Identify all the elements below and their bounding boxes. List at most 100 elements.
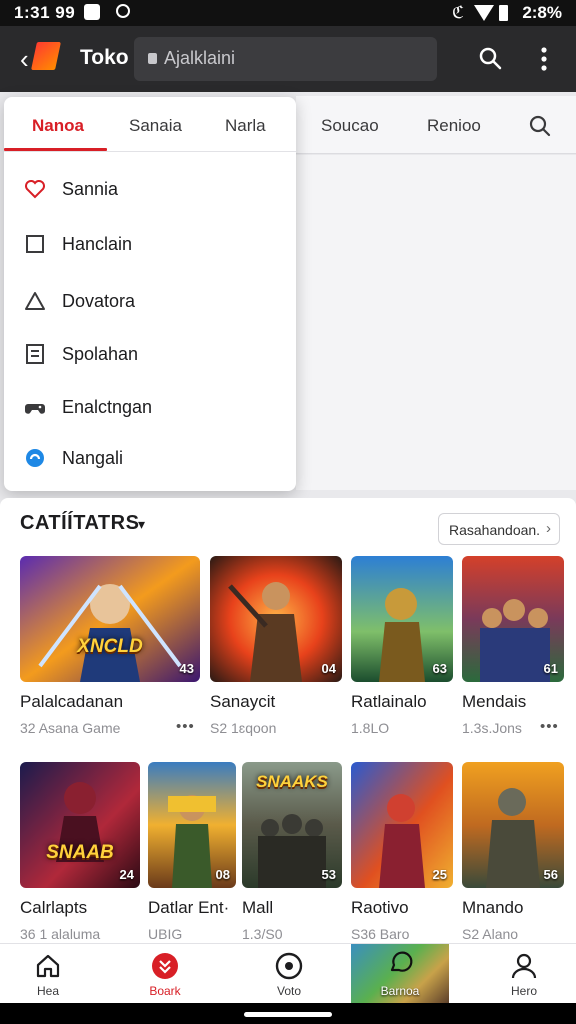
menu-item-hanclain[interactable]: Hanclain [4,219,296,271]
gamepad-icon [25,404,45,414]
game-subtitle: 1.3/S0 [242,926,283,942]
menu-item-enalctngan[interactable]: Enalctngan [4,382,296,434]
search-icon[interactable] [528,114,552,138]
caret-down-icon[interactable]: ▾ [138,516,145,533]
menu-item-sannia[interactable]: Sannia [4,164,296,216]
game-name: Palalcadanan [20,692,124,711]
menu-item-label: Enalctngan [62,397,153,417]
game-thumbnail[interactable]: SNAAKS 53 [242,762,342,888]
menu-item-label: Spolahan [62,344,139,364]
battery-icon [499,5,508,21]
game-subtitle: 32 Asana Game [20,720,121,736]
bottom-nav: Hea Boark Voto Barnoa Hero [0,943,576,1004]
game-thumbnail[interactable]: 63 [351,556,453,682]
menu-item-label: Sannia [62,179,119,199]
recommend-label: Rasahandoan. [449,522,541,538]
menu-item-label: Dovatora [62,291,136,311]
game-subtitle: S2 1ɛqoon [210,720,277,736]
game-art-title: SNAAB [46,842,114,863]
heart-icon [25,180,45,199]
menu-item-label: Nangali [62,448,124,468]
game-thumbnail[interactable]: XNCLD 43 [20,556,200,682]
battery-percent: 2:8% [522,3,562,22]
game-art-title: SNAAKS [256,772,328,791]
status-bar: 1:31 99 ℭ 2:8% [0,0,576,26]
game-art [20,556,200,682]
home-indicator[interactable] [244,1012,332,1017]
search-query: Ajalklaini [164,48,236,68]
menu-tab-nanoa[interactable]: Nanoa [32,116,84,136]
game-badge: 61 [543,661,558,676]
menu-item-dovatora[interactable]: Dovatora [4,276,296,328]
music-icon [116,4,130,18]
game-thumbnail[interactable]: 08 [148,762,236,888]
background-tab-bar: Soucao Renioo [296,96,576,154]
game-name: Raotivo [351,898,409,917]
nav-label: Voto [276,984,302,998]
game-thumbnail[interactable]: 61 [462,556,564,682]
tab-soucao[interactable]: Soucao [321,116,379,136]
menu-tab-sanaia[interactable]: Sanaia [129,116,182,136]
nav-voto[interactable]: Voto [249,944,329,1004]
game-subtitle: 36 1 alaluma [20,926,101,942]
nav-home[interactable]: Hea [8,944,88,1004]
game-badge: 56 [543,867,558,882]
bookmark-icon [152,953,178,979]
nav-label: Boark [149,984,181,998]
game-thumbnail[interactable]: 04 [210,556,342,682]
game-thumbnail[interactable]: 25 [351,762,453,888]
game-badge: 08 [215,867,230,882]
triangle-icon [25,292,45,310]
search-icon[interactable] [478,46,502,70]
back-arrow-icon[interactable]: ‹ [20,46,29,72]
circle-icon [275,952,303,980]
game-subtitle: 1.3s.Jons [462,720,522,736]
app-title: Toko [80,46,129,69]
game-thumbnail[interactable]: 56 [462,762,564,888]
document-icon [26,344,44,364]
background-panel [296,155,576,490]
game-subtitle: S2 Alano [462,926,519,942]
search-input[interactable]: Ajalklaini [134,37,437,81]
profile-icon [511,953,537,979]
game-name: Mnando [462,898,524,917]
more-horiz-icon[interactable]: ••• [176,718,195,735]
clock: 1:31 99 [14,3,76,22]
dropdown-menu: Nanoa Sanaia Narla Sannia Hanclain Dovat… [4,97,296,491]
nav-barnoa[interactable]: Barnoa [351,944,449,1004]
game-badge: 04 [321,661,336,676]
more-vert-icon[interactable] [534,46,554,72]
home-icon [36,954,60,978]
chat-icon [390,951,413,972]
app-logo [31,42,61,70]
nav-bookmark[interactable]: Boark [125,944,205,1004]
game-badge: 43 [179,661,194,676]
nav-profile[interactable]: Hero [484,944,564,1004]
divider [4,151,296,152]
game-badge: 24 [119,867,134,882]
game-art-title: XNCLD [77,636,143,657]
game-thumbnail[interactable]: SNAAB 24 [20,762,140,888]
notification-icon [84,4,100,20]
menu-item-nangali[interactable]: Nangali [4,433,296,485]
menu-item-label: Hanclain [62,234,133,254]
menu-tab-narla[interactable]: Narla [225,116,266,136]
square-icon [26,235,44,253]
nav-label: Barnoa [380,984,420,998]
more-horiz-icon[interactable]: ••• [540,718,559,735]
categories-section: CATÍÍTATRS ▾ Rasahandoan. › XNCLD 43 Pal… [0,498,576,943]
game-name: Mall [242,898,274,917]
game-badge: 53 [321,867,336,882]
game-name: Ratlainalo [351,692,427,711]
game-subtitle: UBIG [148,926,183,942]
sync-icon: ℭ [452,3,464,22]
nav-label: Hero [510,984,537,998]
game-name: Sanaycit [210,692,276,711]
game-subtitle: S36 Baro [351,926,410,942]
lock-icon [148,53,157,64]
swirl-icon [26,449,44,467]
menu-item-spolahan[interactable]: Spolahan [4,329,296,381]
tab-renioo[interactable]: Renioo [427,116,481,136]
chevron-right-icon: › [546,520,551,537]
recommend-button[interactable]: Rasahandoan. › [438,513,560,545]
